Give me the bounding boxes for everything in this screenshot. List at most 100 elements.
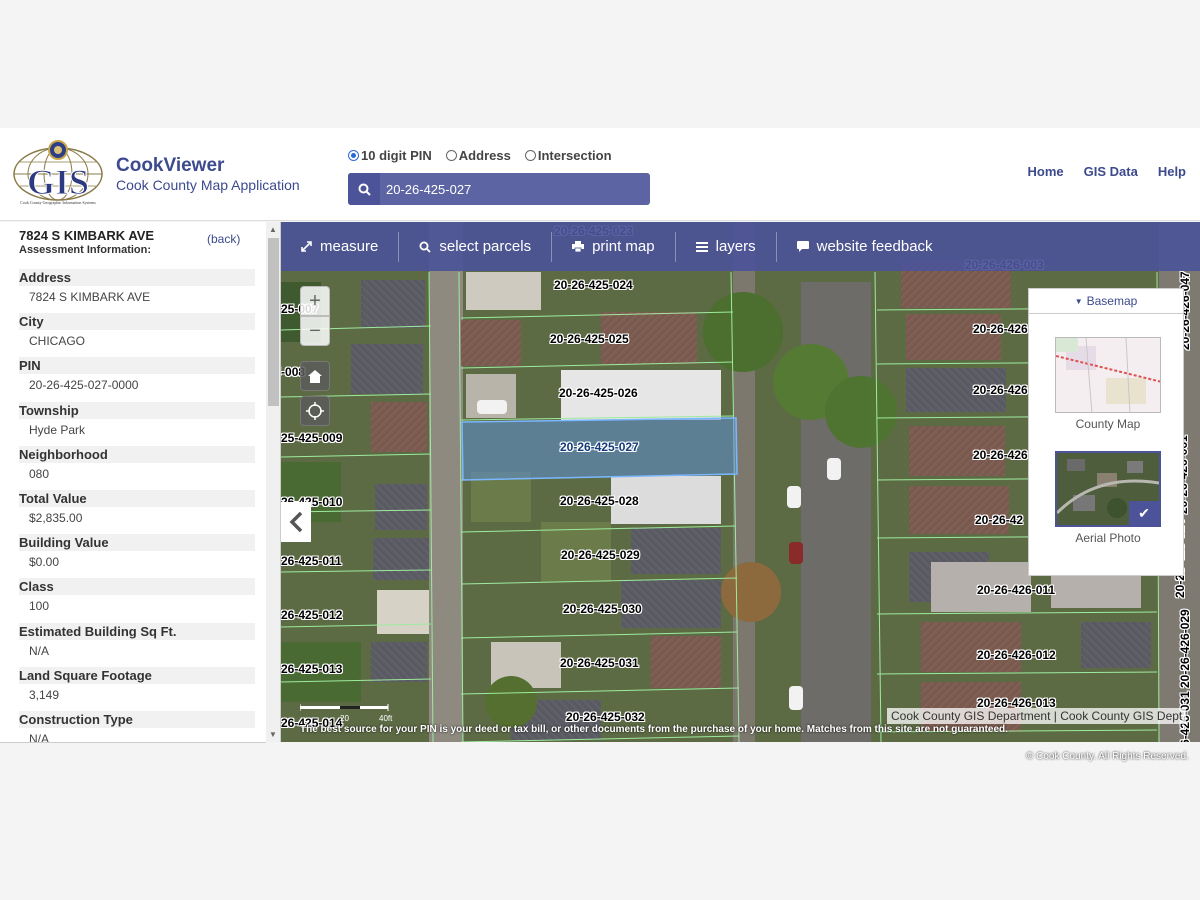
radio-pin-label: 10 digit PIN <box>361 148 432 163</box>
info-value: 20-26-425-027-0000 <box>29 378 139 393</box>
info-value: N/A <box>29 731 50 742</box>
home-extent-button[interactable] <box>300 361 330 391</box>
layers-button[interactable]: layers <box>676 231 777 262</box>
measure-button[interactable]: measure <box>281 231 400 262</box>
website-feedback-button[interactable]: website feedback <box>777 232 953 262</box>
county-map-thumbnail[interactable] <box>1055 337 1161 413</box>
scroll-down-arrow-icon[interactable]: ▼ <box>269 730 277 739</box>
sidebar-scroll-thumb[interactable] <box>268 238 279 406</box>
back-link[interactable]: (back) <box>207 232 240 246</box>
print-map-button[interactable]: print map <box>552 231 676 262</box>
crosshair-icon <box>306 402 324 420</box>
search-input[interactable] <box>380 181 640 197</box>
comment-icon <box>796 241 809 252</box>
parcel-label[interactable]: 20-26-426-011 <box>977 583 1055 597</box>
measure-icon <box>301 241 312 252</box>
nav-help-link[interactable]: Help <box>1158 164 1186 179</box>
info-label: Neighborhood <box>19 445 255 463</box>
list-icon <box>695 241 708 252</box>
app-subtitle: Cook County Map Application <box>116 177 300 193</box>
info-value: $0.00 <box>29 555 60 570</box>
pin-disclaimer: The best source for your PIN is your dee… <box>300 724 1008 735</box>
parcel-label[interactable]: 26-425-011 <box>281 554 342 568</box>
radio-intersection-label: Intersection <box>537 148 612 163</box>
app-title: CookViewer <box>116 155 225 176</box>
radio-intersection-indicator[interactable] <box>524 150 536 161</box>
radio-address[interactable]: Address <box>445 148 511 163</box>
property-title: 7824 S KIMBARK AVE <box>19 228 155 243</box>
radio-intersection[interactable]: Intersection <box>524 148 612 163</box>
scale-label: 20 <box>340 714 349 723</box>
info-label: Class <box>19 578 255 596</box>
parcel-label[interactable]: 20-26-425-029 <box>561 548 640 562</box>
info-label: Building Value <box>19 534 255 552</box>
nav-home-link[interactable]: Home <box>1028 164 1064 179</box>
search-icon <box>419 241 431 253</box>
assessment-sidebar: 7824 S KIMBARK AVE Assessment Informatio… <box>0 222 281 742</box>
search-box <box>348 173 650 205</box>
select-parcels-button[interactable]: select parcels <box>399 231 553 262</box>
search-button[interactable] <box>348 173 380 205</box>
assessment-info-list: Address 7824 S KIMBARK AVE City CHICAGO … <box>19 269 255 742</box>
info-label: Total Value <box>19 489 255 507</box>
info-label: Address <box>19 269 255 286</box>
info-row-land-sqft: Land Square Footage 3,149 <box>19 666 255 711</box>
parcel-label[interactable]: 20-26-426 <box>973 448 1028 462</box>
info-value: CHICAGO <box>29 334 86 349</box>
zoom-in-button[interactable]: + <box>300 286 330 316</box>
printer-icon <box>572 241 585 252</box>
info-value: 7824 S KIMBARK AVE <box>29 290 151 304</box>
parcel-label[interactable]: 20-26-425-030 <box>563 602 642 616</box>
basemap-title: Basemap <box>1086 294 1138 308</box>
locate-button[interactable] <box>300 396 330 426</box>
nav-gis-data-link[interactable]: GIS Data <box>1084 164 1138 179</box>
parcel-label[interactable]: 20-26-425-024 <box>554 278 633 292</box>
basemap-panel: ▼ Basemap County Map ✔ Aerial Photo <box>1028 288 1184 576</box>
sidebar-scrollbar[interactable]: ▲ ▼ <box>266 222 280 742</box>
top-nav: Home GIS Data Help <box>1028 164 1186 179</box>
gis-logo[interactable]: GIS Cook County Geographic Information S… <box>10 140 106 206</box>
basemap-option-label: Aerial Photo <box>1075 531 1141 545</box>
info-value: 100 <box>29 599 50 614</box>
basemap-option-county-map[interactable]: County Map <box>1055 337 1161 431</box>
scale-label: 40ft <box>379 714 393 723</box>
parcel-label[interactable]: 26-425-012 <box>281 608 342 622</box>
info-row-city: City CHICAGO <box>19 313 255 357</box>
radio-address-label: Address <box>458 148 511 163</box>
info-row-neighborhood: Neighborhood 080 <box>19 445 255 490</box>
caret-down-icon: ▼ <box>1074 296 1083 306</box>
parcel-label[interactable]: 26-425-013 <box>281 662 342 676</box>
info-row-pin: PIN 20-26-425-027-0000 <box>19 357 255 401</box>
basemap-option-aerial-photo[interactable]: ✔ Aerial Photo <box>1055 451 1161 545</box>
app-header: GIS Cook County Geographic Information S… <box>0 128 1200 221</box>
copyright-notice: © Cook County. All Rights Reserved. <box>1026 751 1189 762</box>
info-row-address: Address 7824 S KIMBARK AVE <box>19 269 255 313</box>
basemap-header[interactable]: ▼ Basemap <box>1029 289 1183 314</box>
parcel-label[interactable]: 20-26-426-029 <box>1178 609 1192 688</box>
scroll-up-arrow-icon[interactable]: ▲ <box>269 225 277 234</box>
aerial-photo-thumbnail[interactable]: ✔ <box>1055 451 1161 527</box>
radio-pin[interactable]: 10 digit PIN <box>348 148 432 163</box>
info-row-building-value: Building Value $0.00 <box>19 534 255 578</box>
radio-pin-indicator[interactable] <box>348 150 359 161</box>
parcel-label[interactable]: 20-26-425-026 <box>559 386 638 400</box>
collapse-sidebar-button[interactable] <box>281 502 311 542</box>
parcel-label[interactable]: 20-26-426-012 <box>977 648 1056 662</box>
radio-address-indicator[interactable] <box>445 150 457 161</box>
parcel-label-selected[interactable]: 20-26-425-027 <box>560 440 639 454</box>
map-attribution: Cook County GIS Department | Cook County… <box>887 708 1187 724</box>
parcel-label[interactable]: 20-26-425-031 <box>560 656 639 670</box>
info-label: Township <box>19 401 255 419</box>
parcel-label[interactable]: 20-26-426 <box>973 383 1028 397</box>
parcel-label[interactable]: 25-425-009 <box>281 431 342 445</box>
home-icon <box>308 369 322 383</box>
parcel-label[interactable]: 20-26-42 <box>975 513 1023 527</box>
parcel-label[interactable]: 20-26-426 <box>973 322 1028 336</box>
parcel-label[interactable]: 20-26-425-025 <box>550 332 629 346</box>
parcel-label[interactable]: 20-26-425-028 <box>560 494 639 508</box>
info-value: 080 <box>29 466 50 481</box>
basemap-option-label: County Map <box>1075 417 1141 431</box>
parcel-label[interactable]: 20-26-425-032 <box>566 710 645 724</box>
zoom-out-button[interactable]: − <box>300 316 330 346</box>
measure-label: measure <box>320 238 379 255</box>
